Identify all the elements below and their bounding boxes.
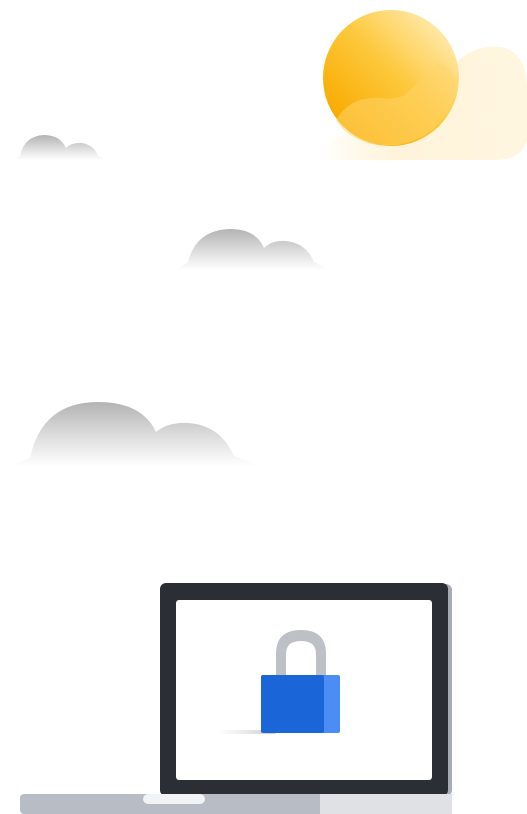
laptop-notch bbox=[143, 794, 205, 804]
sun-icon bbox=[318, 10, 527, 160]
cloud-icon bbox=[10, 402, 260, 466]
cloud-icon bbox=[12, 135, 108, 160]
security-illustration bbox=[10, 10, 527, 814]
cloud-icon bbox=[176, 229, 330, 270]
laptop-icon bbox=[20, 583, 452, 814]
